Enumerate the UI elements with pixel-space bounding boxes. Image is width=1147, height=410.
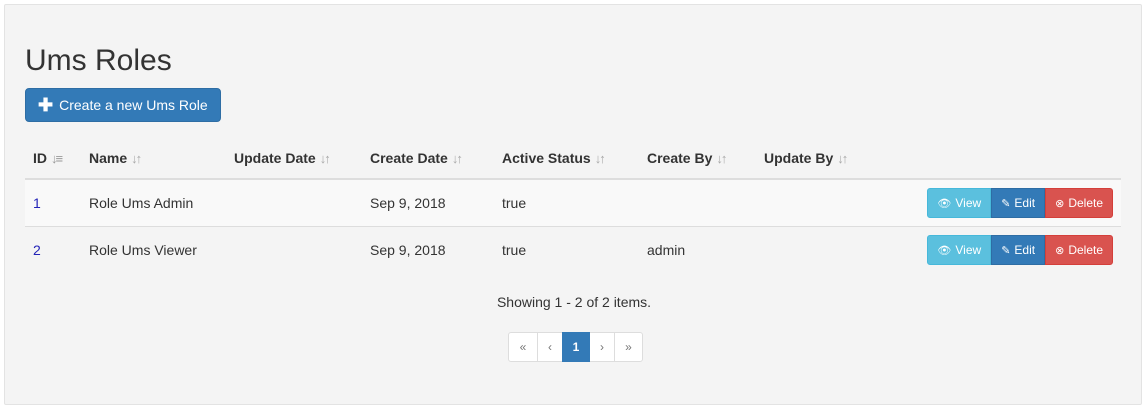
cell-create-by: admin — [639, 226, 756, 273]
cell-actions: 👁 View ✎ Edit ⊗ Delete — [876, 226, 1121, 273]
cell-name: Role Ums Viewer — [81, 226, 226, 273]
cell-update-date — [226, 178, 362, 227]
cell-update-by — [756, 178, 876, 227]
pagination-last-button[interactable]: » — [614, 332, 643, 362]
pagination-next-button[interactable]: › — [589, 332, 615, 362]
roles-panel: Ums Roles ✚ Create a new Ums Role ID ↓≡ N… — [4, 4, 1142, 405]
pagination-first-button[interactable]: « — [508, 332, 538, 362]
roles-table: ID ↓≡ Name ↓↑ Update Date ↓↑ Create Date ↓↑ … — [25, 138, 1121, 273]
circle-x-icon: ⊗ — [1055, 244, 1065, 257]
cell-active-status: true — [494, 178, 639, 227]
sort-icon: ↓↑ — [716, 151, 727, 166]
column-header-actions — [876, 138, 1121, 180]
sort-icon: ↓↑ — [594, 151, 606, 166]
page-title: Ums Roles — [25, 44, 172, 77]
column-header-active-status[interactable]: Active Status ↓↑ — [494, 138, 639, 180]
sort-icon: ↓↑ — [131, 151, 142, 166]
cell-id: 1 — [25, 178, 81, 227]
delete-button[interactable]: ⊗ Delete — [1045, 188, 1113, 218]
circle-x-icon: ⊗ — [1055, 197, 1065, 210]
table-row: 1 Role Ums Admin Sep 9, 2018 true 👁 View … — [25, 178, 1121, 227]
cell-update-by — [756, 226, 876, 273]
pagination-prev-button[interactable]: ‹ — [537, 332, 563, 362]
row-id-link[interactable]: 1 — [33, 195, 41, 211]
eye-icon: 👁 — [937, 197, 952, 210]
column-header-create-by[interactable]: Create By ↓↑ — [639, 138, 756, 180]
cell-update-date — [226, 226, 362, 273]
sort-icon: ↓↑ — [451, 151, 463, 166]
table-header-row: ID ↓≡ Name ↓↑ Update Date ↓↑ Create Date ↓↑ … — [25, 138, 1121, 180]
pagination-page-current[interactable]: 1 — [562, 332, 590, 362]
cell-id: 2 — [25, 226, 81, 273]
cell-create-by — [639, 178, 756, 227]
column-header-update-date[interactable]: Update Date ↓↑ — [226, 138, 362, 180]
column-header-name[interactable]: Name ↓↑ — [81, 138, 226, 180]
cell-active-status: true — [494, 226, 639, 273]
cell-name: Role Ums Admin — [81, 178, 226, 227]
row-action-group: 👁 View ✎ Edit ⊗ Delete — [927, 235, 1113, 265]
edit-button[interactable]: ✎ Edit — [991, 235, 1046, 265]
column-header-update-by[interactable]: Update By ↓↑ — [756, 138, 876, 180]
table-row: 2 Role Ums Viewer Sep 9, 2018 true admin… — [25, 226, 1121, 273]
column-header-create-date[interactable]: Create Date ↓↑ — [362, 138, 494, 180]
results-summary: Showing 1 - 2 of 2 items. — [496, 294, 652, 310]
sort-icon: ↓↑ — [319, 151, 331, 166]
view-button[interactable]: 👁 View — [927, 235, 992, 265]
cell-create-date: Sep 9, 2018 — [362, 226, 494, 273]
pagination: « ‹ 1 › » — [508, 332, 643, 362]
sort-icon: ↓↑ — [837, 151, 848, 166]
view-button[interactable]: 👁 View — [927, 188, 992, 218]
create-role-label: Create a new Ums Role — [59, 97, 208, 113]
pencil-icon: ✎ — [1001, 244, 1011, 257]
column-header-id[interactable]: ID ↓≡ — [25, 138, 81, 180]
row-id-link[interactable]: 2 — [33, 242, 41, 258]
row-action-group: 👁 View ✎ Edit ⊗ Delete — [927, 188, 1113, 218]
pencil-icon: ✎ — [1001, 197, 1011, 210]
cell-actions: 👁 View ✎ Edit ⊗ Delete — [876, 178, 1121, 227]
eye-icon: 👁 — [937, 244, 952, 257]
sort-numeric-icon: ↓≡ — [51, 151, 63, 166]
delete-button[interactable]: ⊗ Delete — [1045, 235, 1113, 265]
create-role-button[interactable]: ✚ Create a new Ums Role — [25, 88, 221, 122]
cell-create-date: Sep 9, 2018 — [362, 178, 494, 227]
plus-icon: ✚ — [38, 95, 54, 115]
edit-button[interactable]: ✎ Edit — [991, 188, 1046, 218]
